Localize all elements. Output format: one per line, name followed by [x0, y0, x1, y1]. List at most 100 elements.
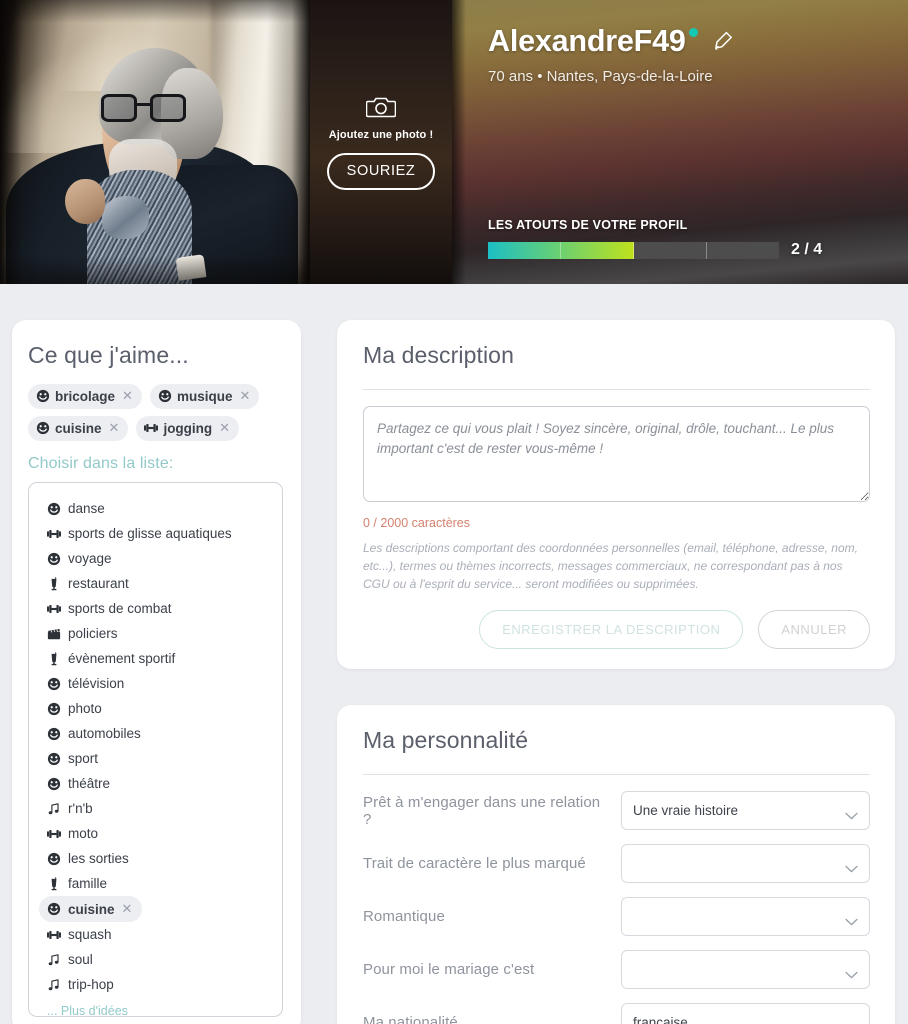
remove-tag-icon[interactable]: ✕	[219, 420, 230, 436]
save-description-button[interactable]: ENREGISTRER LA DESCRIPTION	[479, 610, 744, 649]
pencil-icon[interactable]	[712, 30, 734, 52]
list-item-row: squash	[47, 922, 270, 947]
online-status-dot	[688, 28, 698, 37]
list-item[interactable]: famille	[47, 871, 270, 896]
cards-row: Ce que j'aime... bricolage ✕ musique ✕ cuisi…	[0, 284, 908, 1024]
list-item-label: télévision	[68, 676, 125, 691]
dumbbell-icon	[47, 827, 61, 841]
personality-field-label: Prêt à m'engager dans une relation ?	[363, 793, 601, 828]
personality-divider	[363, 774, 870, 775]
personality-row: Ma nationalité française	[363, 1003, 870, 1024]
dumbbell-icon	[47, 527, 61, 541]
list-item-label: automobiles	[68, 726, 141, 741]
dumbbell-icon	[47, 602, 61, 616]
list-item[interactable]: soul	[47, 947, 270, 972]
personality-field-label: Ma nationalité	[363, 1014, 458, 1024]
remove-tag-icon[interactable]: ✕	[109, 420, 120, 436]
personality-select-wrap	[621, 897, 870, 936]
personality-select-wrap: Une vraie histoire	[621, 791, 870, 830]
smiley-icon	[158, 389, 172, 403]
progress-count: 2 / 4	[791, 241, 823, 258]
personality-select[interactable]: française	[621, 1003, 870, 1024]
list-item-row: r'n'b	[47, 796, 270, 821]
profile-photo[interactable]	[0, 0, 310, 284]
remove-tag-icon[interactable]: ✕	[239, 388, 250, 404]
list-item[interactable]: sports de combat	[47, 596, 270, 621]
personality-select[interactable]	[621, 897, 870, 936]
smiley-icon	[47, 502, 61, 516]
smiley-icon	[47, 852, 61, 866]
personality-fields: Prêt à m'engager dans une relation ? Une …	[363, 791, 870, 1024]
drink-icon	[47, 651, 61, 666]
personality-select-wrap	[621, 844, 870, 883]
likes-card: Ce que j'aime... bricolage ✕ musique ✕ cuisi…	[12, 320, 301, 1024]
interest-tag[interactable]: jogging ✕	[136, 416, 240, 441]
list-item[interactable]: sports de glisse aquatiques	[47, 521, 270, 546]
list-item[interactable]: théâtre	[47, 771, 270, 796]
list-item[interactable]: les sorties	[47, 846, 270, 871]
remove-tag-icon[interactable]: ✕	[122, 388, 133, 404]
list-item[interactable]: sport	[47, 746, 270, 771]
profile-body: Ce que j'aime... bricolage ✕ musique ✕ cuisi…	[0, 284, 908, 1024]
list-item[interactable]: voyage	[47, 546, 270, 571]
profile-strengths: LES ATOUTS DE VOTRE PROFIL 2 / 4	[488, 218, 840, 259]
more-ideas-link[interactable]: ... Plus d'idées	[47, 1004, 270, 1016]
description-actions: ENREGISTRER LA DESCRIPTION ANNULER	[363, 610, 870, 649]
list-item-label: danse	[68, 501, 105, 516]
list-item-label: moto	[68, 826, 99, 841]
list-item-row: policiers	[47, 621, 270, 646]
list-item[interactable]: policiers	[47, 621, 270, 646]
clapperboard-icon	[47, 627, 61, 641]
cancel-button[interactable]: ANNULER	[758, 610, 870, 649]
list-item[interactable]: photo	[47, 696, 270, 721]
interests-list[interactable]: danse sports de glisse aquatiques voyage re…	[28, 482, 283, 1017]
personality-select-value: française	[633, 1015, 688, 1024]
smiley-icon	[47, 752, 61, 766]
personality-select[interactable]: Une vraie histoire	[621, 791, 870, 830]
interest-tag-label: cuisine	[55, 420, 102, 436]
profile-header: Ajoutez une photo ! SOURIEZ AlexandreF49…	[0, 0, 908, 284]
list-item-row: trip-hop	[47, 972, 270, 997]
selected-tags: bricolage ✕ musique ✕ cuisine ✕ jogging ✕	[28, 384, 283, 441]
list-item[interactable]: cuisine ✕	[39, 896, 143, 922]
list-item-label: sports de combat	[68, 601, 172, 616]
list-item-label: soul	[68, 952, 93, 967]
list-item[interactable]: restaurant	[47, 571, 270, 596]
interest-tag[interactable]: cuisine ✕	[28, 416, 129, 441]
personality-select[interactable]	[621, 844, 870, 883]
personality-title: Ma personnalité	[363, 727, 529, 753]
list-item[interactable]: évènement sportif	[47, 646, 270, 671]
list-item[interactable]: télévision	[47, 671, 270, 696]
list-item[interactable]: squash	[47, 922, 270, 947]
description-input[interactable]	[363, 406, 870, 502]
personality-field-label: Pour moi le mariage c'est	[363, 961, 535, 978]
remove-tag-icon[interactable]: ✕	[122, 901, 133, 917]
smiley-icon	[47, 777, 61, 791]
list-item-row: restaurant	[47, 571, 270, 596]
list-item-row: danse	[47, 496, 270, 521]
list-item-label: policiers	[68, 626, 118, 641]
list-item[interactable]: automobiles	[47, 721, 270, 746]
list-item-label: sport	[68, 751, 99, 766]
list-item-label: théâtre	[68, 776, 111, 791]
character-counter: 0 / 2000 caractères	[363, 516, 471, 530]
smiley-icon	[36, 389, 50, 403]
description-card: Ma description 0 / 2000 caractères Les d…	[337, 320, 895, 669]
music-note-icon	[47, 978, 61, 992]
interest-tag-label: musique	[176, 388, 233, 404]
dumbbell-icon	[47, 928, 61, 942]
interest-tag[interactable]: musique ✕	[149, 384, 260, 409]
list-item[interactable]: moto	[47, 821, 270, 846]
list-item-row: théâtre	[47, 771, 270, 796]
personality-row: Trait de caractère le plus marqué	[363, 844, 870, 883]
username-row: AlexandreF49	[488, 26, 908, 57]
list-item-row: moto	[47, 821, 270, 846]
list-item[interactable]: trip-hop	[47, 972, 270, 997]
personality-select[interactable]	[621, 950, 870, 989]
smile-button[interactable]: SOURIEZ	[326, 153, 436, 190]
interest-tag[interactable]: bricolage ✕	[28, 384, 142, 409]
list-item-row: automobiles	[47, 721, 270, 746]
add-photo-panel[interactable]: Ajoutez une photo ! SOURIEZ	[310, 0, 452, 284]
list-item[interactable]: r'n'b	[47, 796, 270, 821]
list-item[interactable]: danse	[47, 496, 270, 521]
